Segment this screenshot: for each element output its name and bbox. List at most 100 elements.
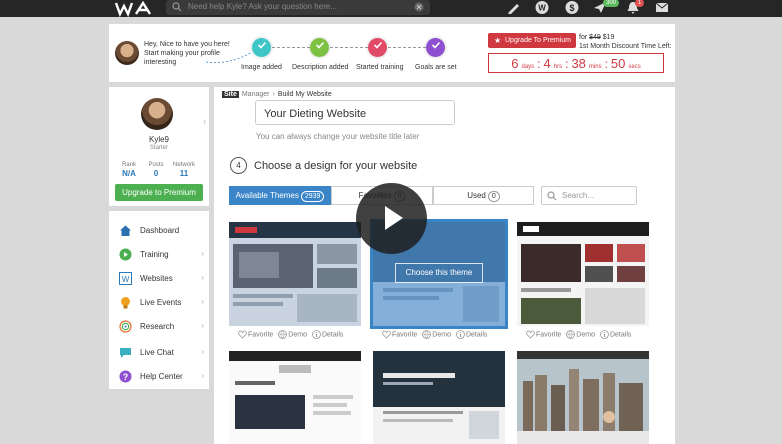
step-connector xyxy=(330,47,368,48)
site-title-input[interactable]: Your Dieting Website xyxy=(255,100,455,125)
sidebar-item-websites[interactable]: W Websites › xyxy=(109,266,209,290)
svg-text:W: W xyxy=(122,275,130,284)
svg-text:W: W xyxy=(538,4,546,13)
upgrade-label: Upgrade To Premium xyxy=(505,37,572,44)
heart-icon xyxy=(526,330,535,339)
breadcrumb-site[interactable]: Site xyxy=(222,91,239,98)
check-icon xyxy=(257,41,266,49)
site-title-hint: You can always change your website title… xyxy=(256,132,420,141)
theme-preview-image xyxy=(229,351,361,444)
theme-thumbnail[interactable] xyxy=(517,351,649,444)
theme-thumbnail[interactable] xyxy=(373,351,505,444)
chevron-right-icon: › xyxy=(201,347,204,356)
choose-theme-button[interactable]: Choose this theme xyxy=(395,263,483,283)
favorite-button[interactable]: Favorite xyxy=(526,330,561,339)
svg-text:$: $ xyxy=(569,3,574,13)
theme-thumbnail[interactable] xyxy=(229,351,361,444)
theme-thumbnail[interactable] xyxy=(229,222,361,326)
wa-logo[interactable] xyxy=(114,0,158,17)
global-search-input[interactable]: Need help Kyle? Ask your question here..… xyxy=(166,0,430,15)
stat-network: Network 11 xyxy=(172,162,195,178)
sidebar-item-help-center[interactable]: ? Help Center › xyxy=(109,364,209,388)
upgrade-to-premium-button[interactable]: Upgrade to Premium xyxy=(115,184,203,201)
sidebar-item-research[interactable]: Research › xyxy=(109,314,209,338)
top-bar: Need help Kyle? Ask your question here..… xyxy=(0,0,782,17)
play-circle-icon xyxy=(119,248,132,261)
dollar-icon[interactable]: $ xyxy=(564,0,580,15)
step-number: 4 xyxy=(230,157,247,174)
profile-role: Starter xyxy=(149,145,168,151)
sidebar-nav: Dashboard Training › W Websites › Live E… xyxy=(109,211,209,389)
discount-timer: 6 days: 4 hrs: 38 mins: 50 secs xyxy=(488,53,664,73)
search-icon xyxy=(172,2,182,12)
breadcrumb-separator: › xyxy=(272,91,275,98)
demo-button[interactable]: Demo xyxy=(566,330,595,339)
chevron-right-icon: › xyxy=(201,249,204,258)
search-placeholder: Need help Kyle? Ask your question here..… xyxy=(188,2,337,11)
step-label: Started training xyxy=(356,64,404,71)
globe-icon xyxy=(566,330,576,339)
info-icon xyxy=(312,330,321,339)
details-button[interactable]: Details xyxy=(600,330,631,339)
search-icon xyxy=(547,191,557,201)
sidebar-item-training[interactable]: Training › xyxy=(109,242,209,266)
globe-icon xyxy=(422,330,432,339)
theme-search-input[interactable]: Search... xyxy=(541,186,637,205)
sidebar-item-dashboard[interactable]: Dashboard xyxy=(109,218,209,242)
old-price: $49 xyxy=(589,34,601,41)
count-badge: 0 xyxy=(487,191,500,202)
info-icon xyxy=(456,330,465,339)
step-goals-set xyxy=(426,38,445,57)
video-play-button[interactable] xyxy=(356,183,427,254)
clear-icon[interactable] xyxy=(414,2,424,12)
upgrade-to-premium-button[interactable]: ★ Upgrade To Premium xyxy=(488,33,576,48)
pen-icon[interactable] xyxy=(506,0,522,15)
count-badge: 2939 xyxy=(300,191,325,202)
step-title: Choose a design for your website xyxy=(254,160,418,172)
step-description-added xyxy=(310,38,329,57)
check-icon xyxy=(315,41,324,49)
breadcrumb: Site Manager › Build My Website xyxy=(222,91,332,98)
chevron-right-icon: › xyxy=(201,297,204,306)
step-connector xyxy=(272,47,310,48)
favorite-button[interactable]: Favorite xyxy=(382,330,417,339)
play-icon xyxy=(385,206,403,230)
step-image-added xyxy=(252,38,271,57)
profile-progress-card: Hey, Nice to have you here! Start making… xyxy=(109,24,675,82)
demo-button[interactable]: Demo xyxy=(278,330,307,339)
theme-preview-image xyxy=(229,222,361,326)
heart-icon xyxy=(238,330,247,339)
wa-circle-icon[interactable]: W xyxy=(534,0,550,15)
info-icon xyxy=(600,330,609,339)
sidebar-item-live-chat[interactable]: Live Chat › xyxy=(109,340,209,364)
theme-actions: Favorite Demo Details xyxy=(382,330,487,339)
heart-icon xyxy=(382,330,391,339)
demo-button[interactable]: Demo xyxy=(422,330,451,339)
promo-note: 1st Month Discount Time Left: xyxy=(579,43,672,50)
favorite-button[interactable]: Favorite xyxy=(238,330,273,339)
step-label: Image added xyxy=(241,64,282,71)
tab-used[interactable]: Used 0 xyxy=(433,186,534,205)
theme-preview-image xyxy=(373,351,505,444)
tab-available-themes[interactable]: Available Themes 2939 xyxy=(229,186,331,205)
chevron-right-icon[interactable]: › xyxy=(203,117,206,126)
dashed-arrow-icon xyxy=(205,51,253,63)
chevron-right-icon: › xyxy=(201,273,204,282)
sidebar-item-live-events[interactable]: Live Events › xyxy=(109,290,209,314)
details-button[interactable]: Details xyxy=(312,330,343,339)
avatar[interactable] xyxy=(141,98,173,130)
plane-badge: 300 xyxy=(603,0,620,7)
wordpress-icon: W xyxy=(119,272,132,285)
chevron-right-icon: › xyxy=(201,371,204,380)
profile-card: › Kyle9 Starter Rank N/A Posts 0 Network… xyxy=(109,87,209,206)
breadcrumb-manager[interactable]: Manager xyxy=(242,91,270,98)
step-connector xyxy=(388,47,426,48)
theme-thumbnail[interactable] xyxy=(517,222,649,326)
step-started-training xyxy=(368,38,387,57)
chevron-right-icon: › xyxy=(201,321,204,330)
mail-icon[interactable] xyxy=(654,0,670,15)
promo-price: for $49 $19 xyxy=(579,34,615,41)
profile-name[interactable]: Kyle9 xyxy=(109,135,209,144)
stat-posts: Posts 0 xyxy=(148,162,164,178)
details-button[interactable]: Details xyxy=(456,330,487,339)
